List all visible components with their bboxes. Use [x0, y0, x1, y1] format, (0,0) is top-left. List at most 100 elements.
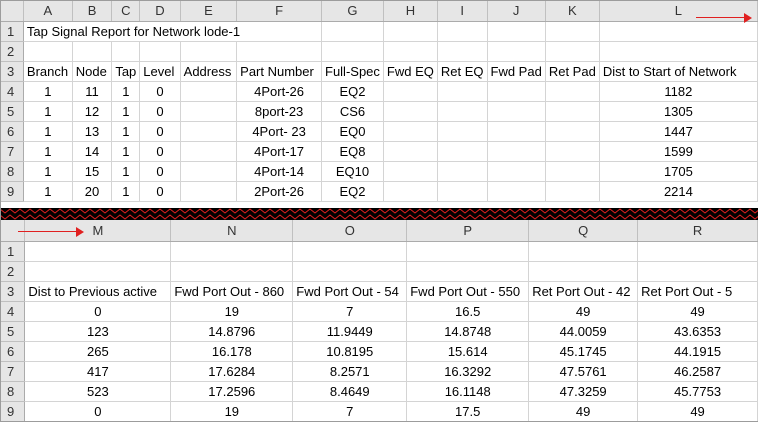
cell[interactable] [487, 81, 546, 102]
cell[interactable] [437, 141, 488, 162]
cell[interactable]: 16.5 [406, 301, 530, 322]
cell[interactable] [545, 141, 600, 162]
cell[interactable] [637, 241, 758, 262]
row-number[interactable]: 1 [0, 241, 26, 262]
cell[interactable]: Ret Pad [545, 61, 600, 82]
column-header-p[interactable]: P [406, 220, 530, 242]
cell[interactable]: 417 [24, 361, 172, 382]
cell[interactable]: 44.0059 [528, 321, 639, 342]
cell[interactable]: 45.7753 [637, 381, 758, 402]
cell[interactable] [528, 261, 639, 282]
cell[interactable] [383, 161, 438, 182]
cell[interactable] [383, 81, 438, 102]
cell[interactable] [24, 261, 172, 282]
cell[interactable] [383, 181, 438, 202]
column-header-a[interactable]: A [23, 0, 73, 22]
cell[interactable]: Node [72, 61, 113, 82]
cell[interactable]: 47.5761 [528, 361, 639, 382]
cell[interactable]: 17.6284 [170, 361, 294, 382]
cell[interactable]: 1 [111, 121, 141, 142]
cell[interactable]: 43.6353 [637, 321, 758, 342]
cell[interactable]: EQ8 [321, 141, 384, 162]
cell[interactable]: Fwd Pad [487, 61, 546, 82]
cell[interactable] [170, 241, 294, 262]
cell[interactable]: 0 [139, 81, 181, 102]
cell[interactable]: 1 [111, 101, 141, 122]
cell[interactable]: 1 [23, 101, 73, 122]
row-number[interactable]: 3 [0, 61, 24, 82]
cell[interactable]: 17.5 [406, 401, 530, 422]
cell[interactable] [406, 261, 530, 282]
cell[interactable]: EQ10 [321, 161, 384, 182]
cell[interactable]: Address [180, 61, 238, 82]
cell[interactable] [545, 21, 600, 42]
column-header-n[interactable]: N [170, 220, 294, 242]
cell[interactable]: 17.2596 [170, 381, 294, 402]
cell[interactable]: Branch [23, 61, 73, 82]
cell[interactable]: 1 [111, 161, 141, 182]
cell[interactable]: 46.2587 [637, 361, 758, 382]
cell[interactable]: CS6 [321, 101, 384, 122]
cell[interactable] [139, 41, 181, 62]
cell[interactable]: Tap Signal Report for Network lode-1 [23, 21, 323, 42]
cell[interactable]: 1305 [599, 101, 758, 122]
cell[interactable]: 4Port-17 [236, 141, 322, 162]
cell[interactable] [111, 41, 141, 62]
cell[interactable]: 16.1148 [406, 381, 530, 402]
cell[interactable]: 13 [72, 121, 113, 142]
row-number[interactable]: 5 [0, 321, 26, 342]
cell[interactable] [437, 181, 488, 202]
cell[interactable]: 11.9449 [292, 321, 408, 342]
cell[interactable]: 49 [528, 301, 639, 322]
cell[interactable]: 19 [170, 401, 294, 422]
cell[interactable]: 20 [72, 181, 113, 202]
row-number[interactable]: 8 [0, 161, 24, 182]
cell[interactable] [437, 101, 488, 122]
cell[interactable]: 1 [23, 81, 73, 102]
cell[interactable]: 15.614 [406, 341, 530, 362]
row-number[interactable]: 6 [0, 121, 24, 142]
cell[interactable] [599, 21, 758, 42]
cell[interactable] [545, 121, 600, 142]
cell[interactable]: 16.3292 [406, 361, 530, 382]
cell[interactable]: 15 [72, 161, 113, 182]
cell[interactable]: Ret EQ [437, 61, 488, 82]
column-header-j[interactable]: J [487, 0, 546, 22]
row-number[interactable]: 2 [0, 261, 26, 282]
cell[interactable]: Ret Port Out - 5 [637, 281, 758, 302]
column-header-e[interactable]: E [180, 0, 238, 22]
cell[interactable] [321, 21, 384, 42]
cell[interactable] [406, 241, 530, 262]
cell[interactable] [180, 161, 238, 182]
cell[interactable]: 1182 [599, 81, 758, 102]
cell[interactable]: 0 [24, 401, 172, 422]
cell[interactable]: 1 [23, 181, 73, 202]
cell[interactable] [437, 21, 488, 42]
cell[interactable]: Dist to Start of Network [599, 61, 758, 82]
select-all-corner[interactable] [0, 0, 24, 22]
cell[interactable]: 523 [24, 381, 172, 402]
cell[interactable]: 47.3259 [528, 381, 639, 402]
cell[interactable]: 1 [111, 81, 141, 102]
cell[interactable]: Ret Port Out - 42 [528, 281, 639, 302]
cell[interactable] [180, 81, 238, 102]
cell[interactable] [487, 41, 546, 62]
cell[interactable] [180, 141, 238, 162]
row-number[interactable]: 5 [0, 101, 24, 122]
cell[interactable]: 11 [72, 81, 113, 102]
cell[interactable] [545, 81, 600, 102]
cell[interactable]: 1 [23, 141, 73, 162]
row-number[interactable]: 4 [0, 81, 24, 102]
row-number[interactable]: 4 [0, 301, 26, 322]
cell[interactable]: 49 [637, 401, 758, 422]
cell[interactable]: 7 [292, 301, 408, 322]
cell[interactable]: Tap [111, 61, 141, 82]
cell[interactable]: Fwd Port Out - 860 [170, 281, 294, 302]
cell[interactable] [383, 101, 438, 122]
cell[interactable] [292, 261, 408, 282]
cell[interactable]: 0 [139, 121, 181, 142]
cell[interactable]: EQ2 [321, 181, 384, 202]
cell[interactable] [321, 41, 384, 62]
cell[interactable] [292, 241, 408, 262]
column-header-d[interactable]: D [139, 0, 181, 22]
